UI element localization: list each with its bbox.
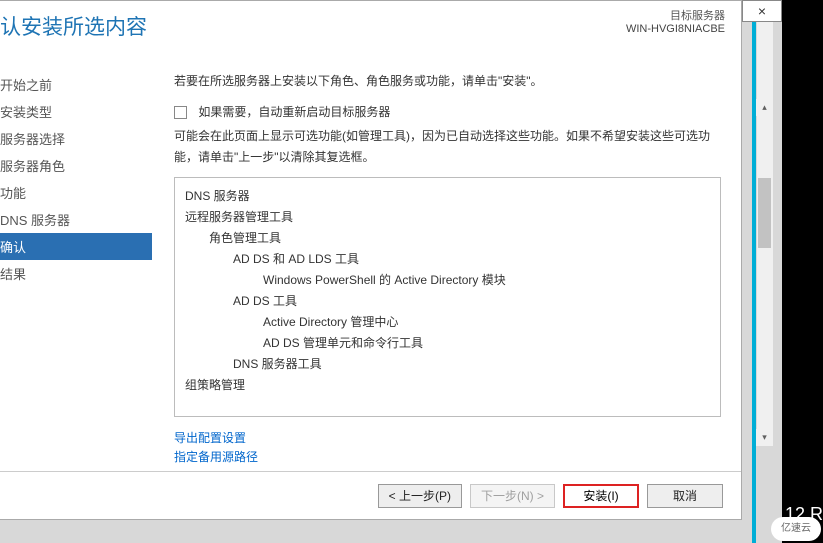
wizard-sidebar: 开始之前 安装类型 服务器选择 服务器角色 功能 DNS 服务器 确认 结果 (0, 61, 152, 471)
sidebar-item-server-roles[interactable]: 服务器角色 (0, 152, 152, 179)
sidebar-item-results[interactable]: 结果 (0, 260, 152, 287)
watermark-logo: 亿速云 (771, 517, 821, 541)
sidebar-item-before-you-begin[interactable]: 开始之前 (0, 71, 152, 98)
page-title: 认安装所选内容 (0, 11, 725, 41)
scrollbar-up-button[interactable]: ▴ (756, 99, 773, 116)
list-item: AD DS 和 AD LDS 工具 (185, 249, 710, 270)
target-label: 目标服务器 (626, 7, 725, 23)
auto-restart-row[interactable]: 如果需要，自动重新启动目标服务器 (174, 103, 721, 120)
install-button[interactable]: 安装(I) (563, 484, 639, 508)
auto-restart-checkbox[interactable] (174, 106, 187, 119)
list-item: AD DS 管理单元和命令行工具 (185, 333, 710, 354)
sidebar-item-server-selection[interactable]: 服务器选择 (0, 125, 152, 152)
auto-restart-label: 如果需要，自动重新启动目标服务器 (198, 105, 390, 119)
scrollbar-down-button[interactable]: ▾ (756, 429, 773, 446)
sidebar-item-install-type[interactable]: 安装类型 (0, 98, 152, 125)
list-item: Active Directory 管理中心 (185, 312, 710, 333)
selection-list: DNS 服务器 远程服务器管理工具 角色管理工具 AD DS 和 AD LDS … (174, 177, 721, 417)
wizard-dialog: 认安装所选内容 目标服务器 WIN-HVGI8NIACBE 开始之前 安装类型 … (0, 0, 742, 520)
close-button[interactable]: × (742, 0, 782, 22)
list-item: 角色管理工具 (185, 228, 710, 249)
cancel-button[interactable]: 取消 (647, 484, 723, 508)
export-config-link[interactable]: 导出配置设置 (174, 429, 721, 448)
list-item: DNS 服务器 (185, 186, 710, 207)
note-text: 可能会在此页面上显示可选功能(如管理工具)，因为已自动选择这些功能。如果不希望安… (174, 126, 721, 169)
list-item: DNS 服务器工具 (185, 354, 710, 375)
list-item: AD DS 工具 (185, 291, 710, 312)
wizard-header: 认安装所选内容 目标服务器 WIN-HVGI8NIACBE (0, 1, 741, 61)
list-item: 组策略管理 (185, 375, 710, 396)
target-server-block: 目标服务器 WIN-HVGI8NIACBE (626, 7, 725, 35)
sidebar-item-features[interactable]: 功能 (0, 179, 152, 206)
bottom-links: 导出配置设置 指定备用源路径 (174, 429, 721, 467)
list-item: 远程服务器管理工具 (185, 207, 710, 228)
sidebar-item-confirmation[interactable]: 确认 (0, 233, 152, 260)
scrollbar-thumb[interactable] (758, 178, 771, 248)
alt-source-link[interactable]: 指定备用源路径 (174, 448, 721, 467)
next-button: 下一步(N) > (470, 484, 555, 508)
list-item: Windows PowerShell 的 Active Directory 模块 (185, 270, 710, 291)
previous-button[interactable]: < 上一步(P) (378, 484, 462, 508)
intro-text: 若要在所选服务器上安装以下角色、角色服务或功能，请单击"安装"。 (174, 71, 721, 93)
wizard-main: 若要在所选服务器上安装以下角色、角色服务或功能，请单击"安装"。 如果需要，自动… (152, 61, 741, 471)
wizard-footer: < 上一步(P) 下一步(N) > 安装(I) 取消 (0, 471, 741, 519)
sidebar-item-dns-server[interactable]: DNS 服务器 (0, 206, 152, 233)
target-server-name: WIN-HVGI8NIACBE (626, 23, 725, 35)
